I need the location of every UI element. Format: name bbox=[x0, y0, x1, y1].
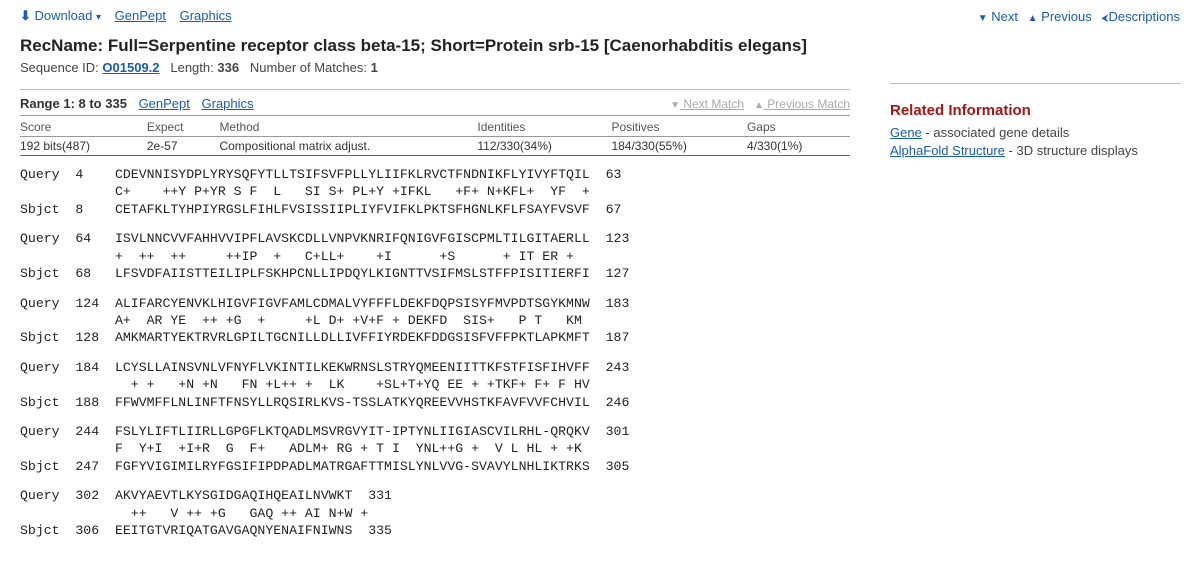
matches-label: Number of Matches: bbox=[250, 60, 367, 75]
toolbar: ⬇ Download ▾ GenPept Graphics ▼ Next ▲ P… bbox=[20, 8, 1180, 30]
val-method: Compositional matrix adjust. bbox=[219, 137, 477, 156]
triangle-up-icon: ▲ bbox=[1028, 14, 1038, 24]
alphafold-link[interactable]: AlphaFold Structure bbox=[890, 143, 1005, 158]
triangle-down-icon: ▼ bbox=[978, 14, 988, 24]
prev-match-disabled: ▲ Previous Match bbox=[754, 97, 850, 111]
alphafold-desc: - 3D structure displays bbox=[1005, 143, 1138, 158]
sidebar: Related Information Gene - associated ge… bbox=[890, 83, 1180, 552]
download-icon: ⬇ bbox=[20, 8, 31, 23]
alignment-block: Query 124 ALIFARCYENVKLHIGVFIGVFAMLCDMAL… bbox=[20, 295, 850, 347]
range-header: Range 1: 8 to 335 GenPept Graphics ▼ Nex… bbox=[20, 89, 850, 116]
gene-desc: - associated gene details bbox=[922, 125, 1069, 140]
alignment-block: Query 184 LCYSLLAINSVNLVFNYFLVKINTILKEKW… bbox=[20, 359, 850, 411]
alignment-block: Query 64 ISVLNNCVVFAHHVVIPFLAVSKCDLLVNPV… bbox=[20, 230, 850, 282]
sidebar-item-gene: Gene - associated gene details bbox=[890, 125, 1180, 140]
col-method: Method bbox=[219, 118, 477, 137]
col-identities: Identities bbox=[477, 118, 611, 137]
col-gaps: Gaps bbox=[747, 118, 850, 137]
download-button[interactable]: ⬇ Download ▾ bbox=[20, 8, 101, 23]
page-title: RecName: Full=Serpentine receptor class … bbox=[20, 36, 1180, 56]
matches-value: 1 bbox=[371, 60, 378, 75]
val-gaps: 4/330(1%) bbox=[747, 137, 850, 156]
previous-link[interactable]: ▲ Previous bbox=[1028, 9, 1092, 24]
seq-id-link[interactable]: O01509.2 bbox=[102, 60, 159, 75]
next-link[interactable]: ▼ Next bbox=[978, 9, 1018, 24]
download-label: Download bbox=[35, 8, 93, 23]
col-expect: Expect bbox=[147, 118, 220, 137]
alignment-block: Query 244 FSLYLIFTLIIRLLGPGFLKTQADLMSVRG… bbox=[20, 423, 850, 475]
next-match-disabled: ▼ Next Match bbox=[670, 97, 744, 111]
val-score: 192 bits(487) bbox=[20, 137, 147, 156]
val-expect: 2e-57 bbox=[147, 137, 220, 156]
sidebar-heading: Related Information bbox=[890, 102, 1180, 119]
range-genpept-link[interactable]: GenPept bbox=[139, 96, 190, 111]
range-graphics-link[interactable]: Graphics bbox=[202, 96, 254, 111]
gene-link[interactable]: Gene bbox=[890, 125, 922, 140]
stats-table: Score Expect Method Identities Positives… bbox=[20, 118, 850, 156]
col-positives: Positives bbox=[611, 118, 747, 137]
col-score: Score bbox=[20, 118, 147, 137]
range-title: Range 1: 8 to 335 bbox=[20, 96, 127, 111]
triangle-down-icon: ▼ bbox=[670, 101, 680, 111]
descriptions-link[interactable]: ⮜Descriptions bbox=[1101, 9, 1180, 24]
chevron-down-icon: ▾ bbox=[96, 13, 101, 23]
length-label: Length: bbox=[170, 60, 213, 75]
match-nav: ▼ Next Match ▲ Previous Match bbox=[670, 97, 850, 111]
genpept-link[interactable]: GenPept bbox=[115, 8, 166, 23]
length-value: 336 bbox=[217, 60, 239, 75]
toolbar-right: ▼ Next ▲ Previous ⮜Descriptions bbox=[972, 9, 1180, 24]
alignment-block: Query 4 CDEVNNISYDPLYRYSQFYTLLTSIFSVFPLL… bbox=[20, 166, 850, 218]
val-positives: 184/330(55%) bbox=[611, 137, 747, 156]
val-identities: 112/330(34%) bbox=[477, 137, 611, 156]
alignment-body: Query 4 CDEVNNISYDPLYRYSQFYTLLTSIFSVFPLL… bbox=[20, 166, 850, 540]
triangle-up-icon: ▲ bbox=[754, 101, 764, 111]
seq-id-label: Sequence ID: bbox=[20, 60, 99, 75]
sidebar-item-alphafold: AlphaFold Structure - 3D structure displ… bbox=[890, 143, 1180, 158]
sequence-info: Sequence ID: O01509.2 Length: 336 Number… bbox=[20, 60, 1180, 83]
alignment-block: Query 302 AKVYAEVTLKYSGIDGAQIHQEAILNVWKT… bbox=[20, 487, 850, 539]
toolbar-left: ⬇ Download ▾ GenPept Graphics bbox=[20, 8, 242, 24]
graphics-link[interactable]: Graphics bbox=[180, 8, 232, 23]
alignment-panel: Range 1: 8 to 335 GenPept Graphics ▼ Nex… bbox=[20, 83, 850, 552]
